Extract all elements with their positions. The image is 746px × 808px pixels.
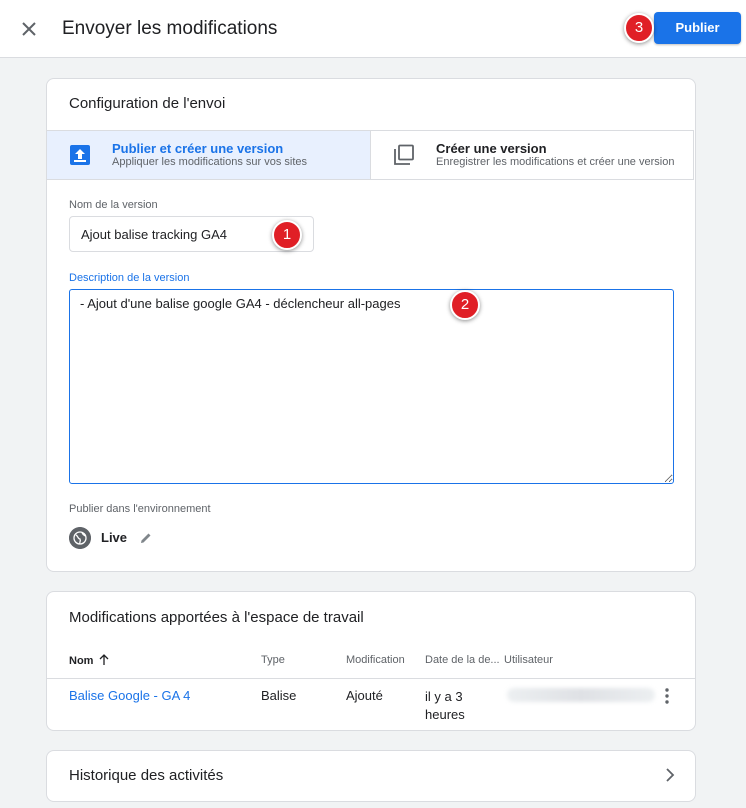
option-create-version[interactable]: Créer une version Enregistrer les modifi… [370,130,694,180]
change-row-name-link[interactable]: Balise Google - GA 4 [69,688,190,703]
change-row-date-line2: heures [425,707,465,722]
history-title: Historique des activités [69,767,224,784]
submission-config-card: Configuration de l'envoi Publier et crée… [46,78,696,572]
change-row-user-redacted [507,688,655,702]
version-description-textarea[interactable]: - Ajout d'une balise google GA4 - déclen… [69,289,674,484]
changes-title: Modifications apportées à l'espace de tr… [69,609,364,626]
publish-icon [70,145,90,165]
workspace-changes-card: Modifications apportées à l'espace de tr… [46,591,696,731]
change-row-modification: Ajouté [346,688,383,703]
publish-button[interactable]: Publier [654,12,741,44]
column-header-type[interactable]: Type [261,654,285,666]
activity-history-card[interactable]: Historique des activités [46,750,696,802]
column-header-name-label: Nom [69,655,94,667]
environment-label: Publier dans l'environnement [69,503,211,515]
column-header-modification[interactable]: Modification [346,654,405,666]
annotation-badge-2: 2 [450,290,480,320]
option-publish-and-create-version[interactable]: Publier et créer une version Appliquer l… [47,130,371,180]
version-name-label: Nom de la version [69,199,158,211]
option-title: Créer une version [436,141,547,156]
page-title: Envoyer les modifications [62,18,278,39]
environment-value: Live [101,530,128,545]
globe-icon [69,527,91,549]
copy-icon [394,144,414,165]
change-row-date-line1: il y a 3 [425,689,463,704]
pencil-icon[interactable] [139,531,153,545]
close-icon[interactable] [17,17,41,41]
annotation-badge-1: 1 [272,220,302,250]
change-row-date: il y a 3 heures [425,688,465,724]
option-subtitle: Appliquer les modifications sur vos site… [112,156,308,168]
chevron-right-icon [666,768,675,782]
option-title: Publier et créer une version [112,141,284,156]
column-header-date[interactable]: Date de la de... [425,654,500,666]
column-header-user[interactable]: Utilisateur [504,654,553,666]
change-row-type: Balise [261,688,297,703]
config-title: Configuration de l'envoi [69,95,226,112]
option-subtitle: Enregistrer les modifications et créer u… [436,156,675,168]
arrow-up-icon [99,654,108,665]
annotation-badge-3: 3 [624,13,654,43]
version-description-label: Description de la version [69,272,190,284]
table-divider [47,678,695,679]
more-vert-icon[interactable] [659,687,675,705]
column-header-name[interactable]: Nom [69,654,109,667]
